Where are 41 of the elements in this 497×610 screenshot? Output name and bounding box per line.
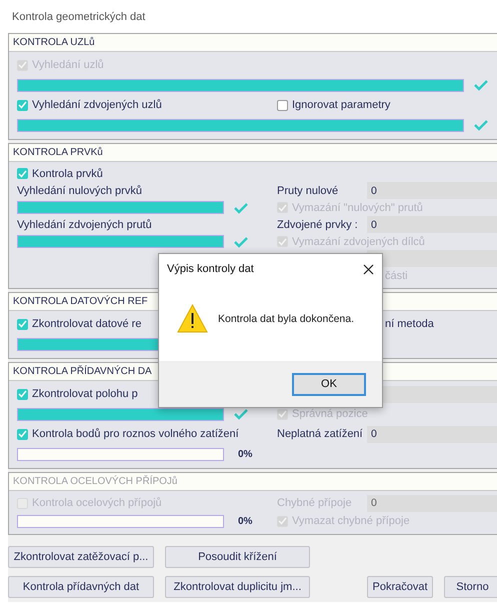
section-title: KONTROLA UZLů [13,37,95,48]
checkbox-label: Ignorovat parametry [292,99,390,111]
input-field[interactable]: 0 [367,216,497,233]
field-label: Pruty nulové [277,184,340,196]
checkbox[interactable] [17,318,28,330]
section-title: KONTROLA PRVKů [13,147,103,158]
action-button[interactable]: Pokračovat [367,576,433,598]
input-field[interactable]: 0 [367,426,497,442]
field-label: Zdvojené prvky : [277,218,359,230]
section-title: KONTROLA OCELOVÝCH PŘÍPOJů [13,476,178,487]
task-label: Vyhledání nulových prvků [17,184,142,196]
input-field[interactable] [367,250,497,267]
dialog-title: Výpis kontroly dat [167,263,254,275]
section-title: KONTROLA PŘÍDAVNÝCH DA [13,366,152,377]
window-title: Kontrola geometrických dat [12,10,146,22]
ok-button[interactable]: OK [292,372,366,396]
task-label: Vyhledání zdvojených prutů [17,218,152,230]
progress-reading: 0% [238,448,252,460]
option-label: ní metoda [385,318,434,330]
checkbox[interactable] [277,100,288,110]
input-field[interactable]: 0 [367,182,497,199]
checkbox-label: Zkontrolovat polohu p [32,388,138,400]
checkbox[interactable] [17,100,28,110]
section-title: KONTROLA DATOVÝCH REF [13,296,148,307]
action-button[interactable]: Kontrola přídavných dat [8,576,154,598]
close-icon[interactable] [363,264,374,274]
checkbox[interactable] [17,388,28,400]
action-button[interactable]: Zkontrolovat zatěžovací p... [8,546,154,568]
checkbox-label: Kontrola bodů pro roznos volného zatížení [32,428,239,440]
progress-reading: 0% [238,516,252,526]
checkbox-label: Kontrola prvků [32,168,103,180]
checkbox-label: Zkontrolovat datové re [32,318,142,330]
dialog-message: Kontrola dat byla dokončena. [218,312,354,324]
action-button[interactable]: Zkontrolovat duplicitu jm... [165,576,310,598]
action-button[interactable]: Posoudit křížení [165,546,310,568]
action-button[interactable]: Storno [444,576,497,598]
checkbox[interactable] [17,168,28,179]
checkbox[interactable] [17,428,28,440]
field-label: Neplatná zatížení [277,428,364,440]
checkbox-label: Vyhledání zdvojených uzlů [32,99,162,111]
warning-icon [177,304,208,333]
